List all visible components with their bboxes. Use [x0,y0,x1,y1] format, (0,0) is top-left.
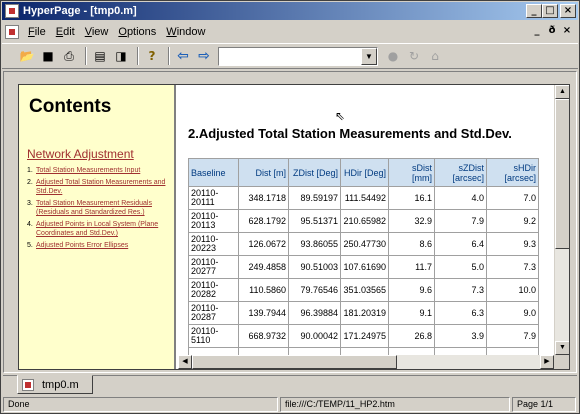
nav-link[interactable]: Total Station Measurements Input [36,166,140,175]
report-pane: ⇖ 2.Adjusted Total Station Measurements … [178,85,569,369]
window-title: HyperPage - [tmp0.m] [23,5,137,17]
column-header: Dist [m] [238,158,289,187]
nav-heading-link[interactable]: Network Adjustment [27,147,174,161]
menu-window[interactable]: Window [161,26,210,38]
status-page: Page 1/1 [512,397,576,412]
document-tabs: tmp0.m [3,375,577,395]
table-row: 20110-20111 348.1718 89.59197 111.54492 16.1… [188,186,539,210]
scroll-corner [554,355,569,369]
toolbar: 📂 ■ ⎙ ▤ ◨ ? ⇦ ⇨ ▼ ● ↻ ⌂ [2,43,578,69]
table-row: 20110-20287 139.7944 96.39884 181.20319 9.1 6… [188,301,539,325]
save-icon[interactable]: ■ [39,47,57,65]
toggle-pane-icon[interactable]: ◨ [112,47,130,65]
stop-icon[interactable]: ● [384,47,402,65]
scroll-up-icon[interactable]: ▲ [555,85,569,99]
nav-link[interactable]: Adjusted Total Station Measurements and … [36,178,167,196]
list-item: 1. Total Station Measurements Input [27,166,141,175]
list-item: 4. Adjusted Points in Local System (Plane… [27,220,167,238]
tab-tmp0[interactable]: tmp0.m [17,375,93,394]
mouse-pointer-icon: ⇖ [335,109,346,123]
table-row: 20110-20223 126.0672 93.86055 250.47730 8.6 6… [188,232,539,256]
home-icon[interactable]: ⌂ [426,47,444,65]
document-icon [22,378,34,391]
status-url: file:///C:/TEMP/11_HP2.htm [280,397,510,412]
list-item: 3. Total Station Measurement Residuals (R… [27,199,167,217]
status-bar: Done file:///C:/TEMP/11_HP2.htm Page 1/1 [2,397,578,413]
contents-list: 1. Total Station Measurements Input 2. Adj… [27,166,167,250]
forward-arrow-icon[interactable]: ⇨ [195,47,213,65]
measurements-table: Baseline Dist [m] ZDist [Deg] HDir [Deg]… [188,158,539,369]
app-window: HyperPage - [tmp0.m] _ □ × File Edit Vie… [0,0,580,414]
chevron-down-icon[interactable]: ▼ [361,47,377,65]
scroll-right-icon[interactable]: ▶ [540,355,554,369]
minimize-button[interactable]: _ [526,4,542,18]
mdi-close-button[interactable]: × [560,25,574,38]
tab-label: tmp0.m [42,378,79,391]
column-header: sDist [mm] [388,158,435,187]
document-icon[interactable] [5,24,19,39]
mdi-minimize-button[interactable]: _ [530,25,544,38]
document-area: Contents Network Adjustment 1. Total Stat… [3,71,577,373]
column-header: HDir [Deg] [340,158,389,187]
menu-bar: File Edit View Options Window _ ð × [2,22,578,41]
contents-pane: Contents Network Adjustment 1. Total Stat… [19,85,176,369]
nav-link[interactable]: Adjusted Points in Local System (Plane C… [36,220,167,238]
horizontal-scroll-thumb[interactable] [192,355,397,369]
menu-view[interactable]: View [80,26,114,38]
view-source-icon[interactable]: ▤ [91,47,109,65]
report-heading: 2.Adjusted Total Station Measurements an… [188,126,512,141]
column-header: Baseline [188,158,239,187]
contents-title: Contents [29,96,112,117]
table-header-row: Baseline Dist [m] ZDist [Deg] HDir [Deg]… [188,158,539,187]
help-icon[interactable]: ? [143,47,161,65]
column-header: sHDir [arcsec] [486,158,539,187]
menu-file[interactable]: File [23,26,51,38]
status-text: Done [3,397,278,412]
column-header: sZDist [arcsec] [434,158,487,187]
refresh-icon[interactable]: ↻ [405,47,423,65]
maximize-button[interactable]: □ [542,4,558,18]
table-row: 20110-20277 249.4858 90.51003 107.61690 11.7… [188,255,539,279]
column-header: ZDist [Deg] [288,158,341,187]
back-arrow-icon[interactable]: ⇦ [174,47,192,65]
menu-options[interactable]: Options [113,26,161,38]
mdi-restore-button[interactable]: ð [545,25,559,38]
list-item: 5. Adjusted Points Error Ellipses [27,241,129,250]
menu-edit[interactable]: Edit [51,26,80,38]
close-button[interactable]: × [560,4,576,18]
app-icon [5,4,19,18]
address-combo[interactable]: ▼ [218,46,378,66]
scroll-down-icon[interactable]: ▼ [555,341,569,355]
title-bar: HyperPage - [tmp0.m] _ □ × [2,2,578,20]
scroll-left-icon[interactable]: ◀ [178,355,192,369]
open-folder-icon[interactable]: 📂 [18,47,36,65]
horizontal-scrollbar[interactable]: ◀ ▶ [178,355,554,369]
nav-link[interactable]: Adjusted Points Error Ellipses [36,241,128,250]
vertical-scroll-thumb[interactable] [555,99,569,249]
table-row: 20110-20113 628.1792 95.51371 210.65982 32.9… [188,209,539,233]
print-icon[interactable]: ⎙ [60,47,78,65]
table-row: 20110-5110 668.9732 90.00042 171.24975 26.8 3… [188,324,539,348]
table-row: 20110-20282 110.5860 79.76546 351.03565 9.6 7… [188,278,539,302]
html-view: Contents Network Adjustment 1. Total Stat… [18,84,570,370]
vertical-scrollbar[interactable]: ▲ ▼ [554,85,569,355]
list-item: 2. Adjusted Total Station Measurements an… [27,178,167,196]
nav-link[interactable]: Total Station Measurement Residuals (Res… [36,199,167,217]
